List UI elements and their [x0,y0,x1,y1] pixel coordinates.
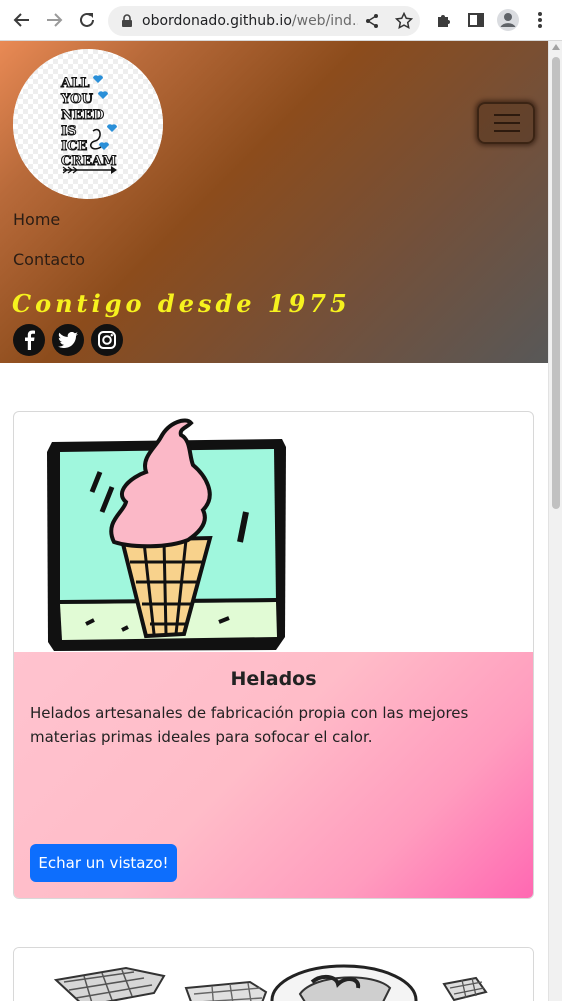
hamburger-menu-button[interactable] [477,102,535,144]
scrollbar-thumb[interactable] [552,57,560,509]
side-panel-icon[interactable] [464,8,488,32]
logo-text-need: NEED [61,108,104,123]
extensions-icon[interactable] [432,8,456,32]
logo-text-all: ALL [60,76,89,91]
site-header: ALL YOU NEED IS ICE CREAM Home Contacto … [0,41,548,363]
nav-link-contacto[interactable]: Contacto [13,250,85,269]
lock-icon [122,14,132,27]
vertical-scrollbar[interactable] [548,41,562,1001]
menu-kebab-icon[interactable] [528,8,552,32]
logo-text-ice: ICE [61,139,87,154]
logo-text-you: YOU [60,92,94,107]
instagram-icon[interactable] [91,324,123,356]
logo-text-is: IS [61,124,76,139]
twitter-icon[interactable] [52,324,84,356]
star-icon[interactable] [394,11,414,31]
tagline: Contigo desde 1975 [12,289,351,318]
card-body: Helados Helados artesanales de fabricaci… [14,652,533,898]
waffle-illustration [14,948,533,1001]
card-text: Helados artesanales de fabricación propi… [30,704,469,746]
profile-icon[interactable] [496,8,520,32]
back-arrow-icon[interactable] [10,8,34,32]
browser-toolbar: obordonado.github.io/web/ind... [0,0,562,41]
ice-cream-cone-illustration [47,418,286,651]
logo-graphic: ALL YOU NEED IS ICE CREAM [13,49,163,199]
address-bar[interactable]: obordonado.github.io/web/ind... [108,6,420,36]
card-title: Helados [230,668,317,690]
scroll-up-arrow-icon[interactable] [552,44,560,50]
site-logo[interactable]: ALL YOU NEED IS ICE CREAM [13,49,163,199]
reload-icon[interactable] [75,8,99,32]
echar-un-vistazo-button[interactable]: Echar un vistazo! [30,844,177,882]
share-icon[interactable] [362,11,382,31]
page-viewport: ALL YOU NEED IS ICE CREAM Home Contacto … [0,41,548,1001]
url-text: obordonado.github.io/web/ind... [142,13,358,29]
nav-link-home[interactable]: Home [13,210,60,229]
product-card-helados: Helados Helados artesanales de fabricaci… [13,411,534,899]
forward-arrow-icon[interactable] [42,8,66,32]
logo-text-cream: CREAM [61,154,117,169]
facebook-icon[interactable] [13,324,45,356]
product-card-gofres [13,947,534,1001]
